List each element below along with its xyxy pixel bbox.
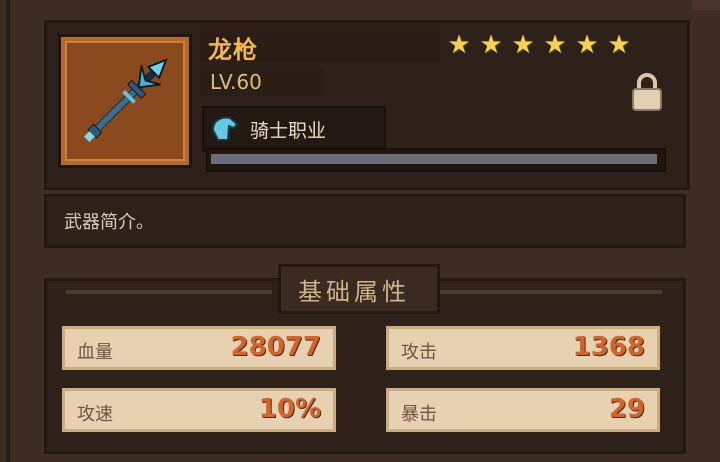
- knight-helmet-icon: [211, 116, 239, 141]
- lock-icon[interactable]: [630, 72, 664, 112]
- stat-hp: 血量 28077: [62, 326, 336, 370]
- weapon-icon-frame[interactable]: [58, 34, 192, 168]
- dragon-spear-icon: [83, 58, 168, 143]
- attributes-title: 基础属性: [298, 278, 410, 306]
- star-icon: ★: [575, 30, 599, 60]
- stat-value: 1368: [572, 332, 645, 362]
- weapon-name: 龙枪: [208, 36, 258, 64]
- stat-critical: 暴击 29: [386, 388, 660, 432]
- weapon-description: 武器简介。: [64, 212, 154, 233]
- stat-attack: 攻击 1368: [386, 326, 660, 370]
- stat-attack-speed: 攻速 10%: [62, 388, 336, 432]
- experience-bar-fill: [211, 154, 657, 164]
- stat-label: 暴击: [401, 404, 437, 425]
- star-icon: ★: [607, 30, 631, 60]
- stat-value: 28077: [230, 332, 321, 362]
- job-label: 骑士职业: [250, 120, 327, 142]
- weapon-icon-inner: [65, 41, 185, 161]
- stat-value: 10%: [258, 394, 321, 424]
- star-rating: ★ ★ ★ ★ ★ ★: [446, 32, 632, 58]
- panel-corner: [692, 0, 720, 10]
- weapon-level: LV.60: [210, 70, 262, 94]
- experience-bar: [206, 148, 666, 172]
- star-icon: ★: [479, 30, 503, 60]
- star-icon: ★: [511, 30, 535, 60]
- title-divider-left: [66, 290, 272, 294]
- star-icon: ★: [447, 30, 471, 60]
- stat-value: 29: [608, 394, 645, 424]
- stat-label: 血量: [77, 342, 113, 363]
- stat-label: 攻速: [77, 404, 113, 425]
- star-icon: ★: [543, 30, 567, 60]
- weapon-detail-panel: 龙枪 LV.60 ★ ★ ★ ★ ★ ★ 骑士职业 武器简介。 基础属性 血量 …: [0, 0, 720, 462]
- title-divider-right: [440, 290, 662, 294]
- stat-label: 攻击: [401, 342, 437, 363]
